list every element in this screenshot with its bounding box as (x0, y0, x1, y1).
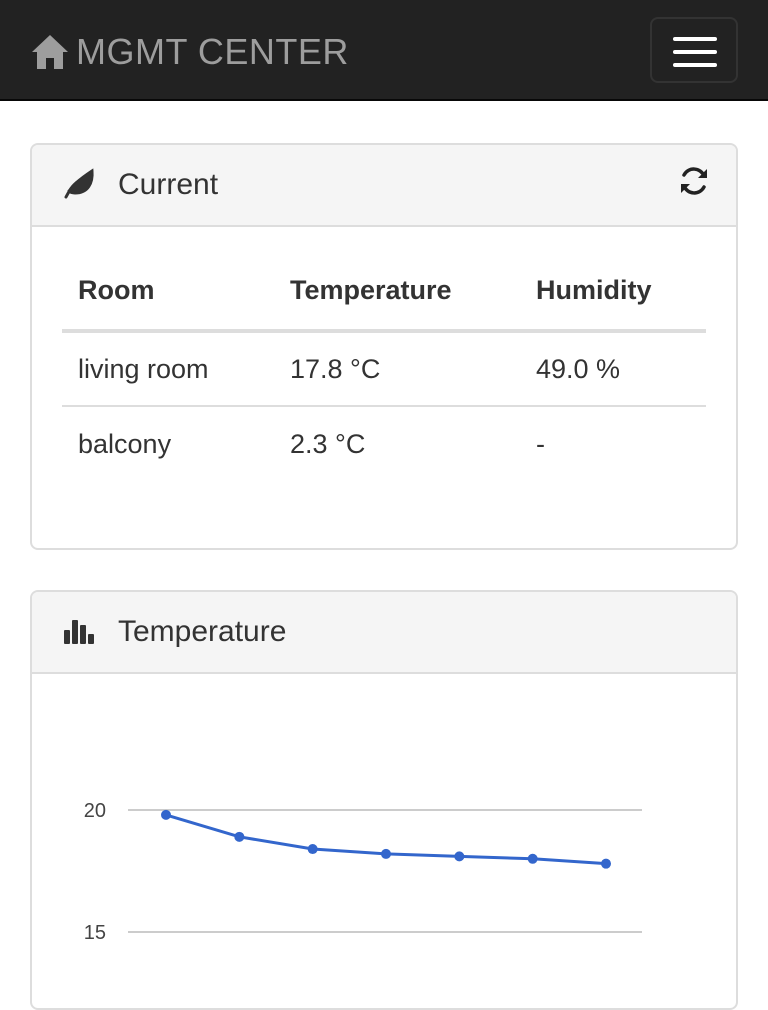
data-point[interactable] (454, 851, 465, 862)
table-row: living room 17.8 °C 49.0 % (62, 331, 706, 407)
humidity-cell: 49.0 % (520, 331, 706, 407)
temperature-panel-heading: Temperature (32, 592, 736, 674)
home-icon (32, 35, 68, 69)
room-cell: balcony (78, 428, 172, 459)
temperature-panel: Temperature 20 15 (30, 590, 738, 1010)
temperature-cell: 17.8 °C (274, 331, 520, 407)
current-panel-heading: Current (32, 145, 736, 227)
table-row: balcony 2.3 °C - (62, 406, 706, 481)
column-header-room: Room (62, 267, 274, 333)
humidity-cell: - (536, 428, 545, 459)
column-header-humidity: Humidity (520, 267, 706, 333)
temperature-line-chart: 2015 (84, 800, 642, 944)
current-panel-title: Current (118, 168, 219, 201)
room-cell: living room (62, 331, 274, 407)
y-tick-label: 20 (84, 800, 106, 822)
menu-toggle-button[interactable] (650, 17, 738, 83)
current-panel: Current Room Temperature Humidity living… (30, 143, 738, 550)
data-point[interactable] (161, 809, 171, 820)
leaf-icon (64, 168, 94, 199)
data-point[interactable] (307, 844, 318, 855)
navbar: MGMT CENTER (0, 0, 768, 101)
current-readings-table: Room Temperature Humidity living room 17… (62, 267, 706, 481)
bar-chart-icon (64, 620, 94, 644)
brand-title: MGMT CENTER (76, 31, 349, 72)
temperature-panel-title: Temperature (118, 615, 287, 648)
column-header-temperature: Temperature (274, 267, 520, 333)
data-point[interactable] (381, 848, 391, 859)
data-point[interactable] (234, 831, 245, 842)
temperature-cell: 2.3 °C (290, 428, 366, 459)
table-header-row: Room Temperature Humidity (62, 267, 706, 333)
data-point[interactable] (527, 853, 538, 864)
refresh-icon[interactable] (676, 163, 712, 199)
data-point[interactable] (601, 858, 611, 869)
brand-link[interactable]: MGMT CENTER (30, 30, 349, 74)
y-tick-label: 15 (84, 922, 106, 944)
